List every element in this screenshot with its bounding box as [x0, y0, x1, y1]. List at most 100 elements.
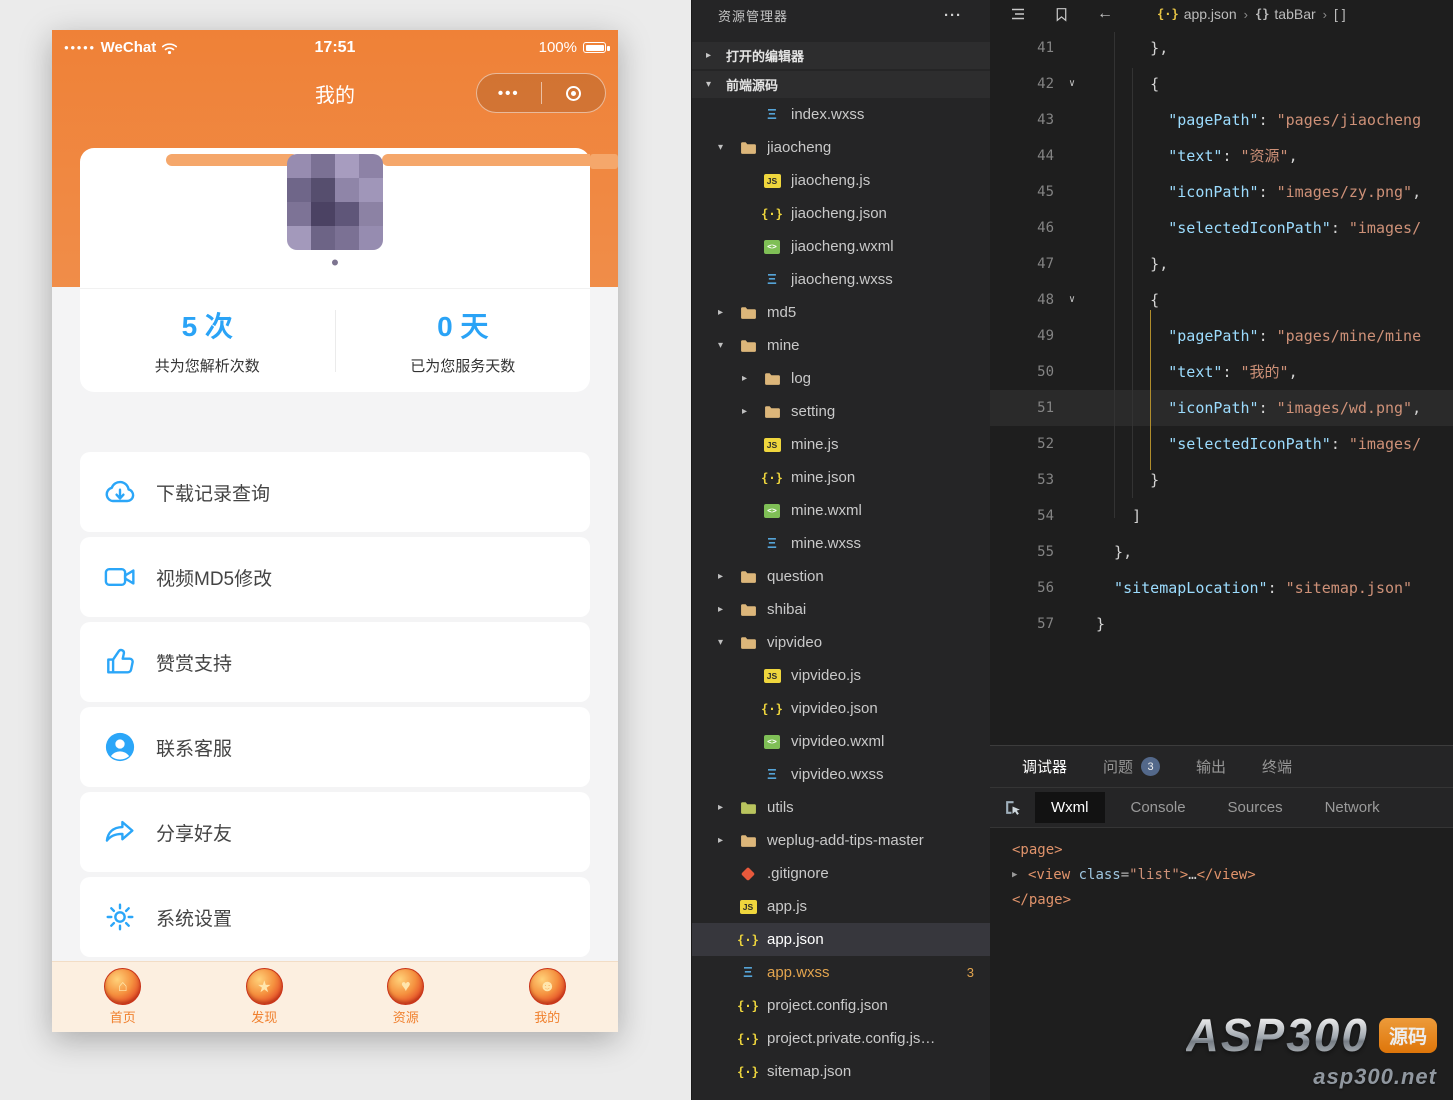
code-text: "iconPath": "images/zy.png",	[1090, 174, 1453, 210]
debugger-tab[interactable]: 问题3	[1103, 756, 1160, 777]
menu-item-reward[interactable]: 赞赏支持	[80, 622, 590, 702]
tabbar-item-home[interactable]: ⌂首页	[52, 962, 194, 1032]
code-line[interactable]: 57}	[990, 606, 1453, 642]
tree-item[interactable]: ▸md5	[692, 296, 990, 329]
more-menu-icon[interactable]: •••	[477, 85, 541, 102]
code-text: "selectedIconPath": "images/	[1090, 210, 1453, 246]
menu-item-download-history[interactable]: 下载记录查询	[80, 452, 590, 532]
chevron-icon: ▸	[718, 571, 736, 582]
debugger-tab[interactable]: 调试器	[1022, 756, 1067, 777]
code-line[interactable]: 41 },	[990, 30, 1453, 66]
profile-highlight-streak	[382, 154, 590, 166]
file-name: jiaocheng.json	[791, 205, 887, 222]
code-line[interactable]: 48∨ {	[990, 282, 1453, 318]
inspector-tabs: Wxml Console Sources Network	[1035, 792, 1396, 823]
tree-item[interactable]: .gitignore	[692, 857, 990, 890]
tree-item[interactable]: Ξvipvideo.wxss	[692, 758, 990, 791]
tree-item[interactable]: ▾mine	[692, 329, 990, 362]
tree-item[interactable]: ▾vipvideo	[692, 626, 990, 659]
outline-icon[interactable]	[1010, 6, 1026, 22]
token: :	[1331, 435, 1349, 453]
expand-arrow-icon[interactable]: ▶	[1012, 863, 1028, 888]
tree-item[interactable]: JSapp.js	[692, 890, 990, 923]
tabbar-item-discover[interactable]: ★发现	[194, 962, 336, 1032]
tree-item[interactable]: JSjiaocheng.js	[692, 164, 990, 197]
tree-item[interactable]: ▸shibai	[692, 593, 990, 626]
element-picker-icon[interactable]	[1004, 799, 1021, 816]
debugger-tab[interactable]: 输出	[1196, 756, 1226, 777]
fold-icon[interactable]: ∨	[1054, 66, 1090, 102]
inspector-tab[interactable]: Wxml	[1035, 792, 1105, 823]
breadcrumb-item[interactable]: {}tabBar	[1255, 6, 1316, 22]
tree-item[interactable]: Ξapp.wxss3	[692, 956, 990, 989]
code-line[interactable]: 51 "iconPath": "images/wd.png",	[990, 390, 1453, 426]
tree-item[interactable]: {·}project.private.config.js…	[692, 1022, 990, 1055]
tree-item[interactable]: JSvipvideo.js	[692, 659, 990, 692]
code-line[interactable]: 56 "sitemapLocation": "sitemap.json"	[990, 570, 1453, 606]
tree-item[interactable]: <>jiaocheng.wxml	[692, 230, 990, 263]
debugger-tab[interactable]: 终端	[1262, 756, 1292, 777]
code-line[interactable]: 54 ]	[990, 498, 1453, 534]
tree-item[interactable]: ▸setting	[692, 395, 990, 428]
code-line[interactable]: 44 "text": "资源",	[990, 138, 1453, 174]
tree-item[interactable]: ▸log	[692, 362, 990, 395]
code-text: "iconPath": "images/wd.png",	[1090, 390, 1453, 426]
tree-item[interactable]: Ξindex.wxss	[692, 98, 990, 131]
minimize-icon[interactable]	[542, 86, 606, 101]
code-line[interactable]: 49 "pagePath": "pages/mine/mine	[990, 318, 1453, 354]
code-line[interactable]: 53 }	[990, 462, 1453, 498]
code-line[interactable]: 55 },	[990, 534, 1453, 570]
inspector-tab[interactable]: Network	[1309, 792, 1396, 823]
inspector-tab[interactable]: Console	[1115, 792, 1202, 823]
code-line[interactable]: 46 "selectedIconPath": "images/	[990, 210, 1453, 246]
tree-item[interactable]: {·}vipvideo.json	[692, 692, 990, 725]
menu-item-system-settings[interactable]: 系统设置	[80, 877, 590, 957]
tree-item[interactable]: Ξmine.wxss	[692, 527, 990, 560]
code-editor[interactable]: 41 },42∨ {43 "pagePath": "pages/jiaochen…	[990, 28, 1453, 745]
tabbar-item-resources[interactable]: ♥资源	[335, 962, 477, 1032]
capsule-menu[interactable]: •••	[476, 73, 606, 113]
js-file-icon: JS	[760, 174, 784, 188]
stats-row: 5 次共为您解析次数0 天已为您服务天数	[80, 289, 590, 392]
dom-node[interactable]: </page>	[1012, 888, 1453, 913]
tree-item[interactable]: ▸weplug-add-tips-master	[692, 824, 990, 857]
code-line[interactable]: 52 "selectedIconPath": "images/	[990, 426, 1453, 462]
fold-icon[interactable]: ∨	[1054, 282, 1090, 318]
code-line[interactable]: 45 "iconPath": "images/zy.png",	[990, 174, 1453, 210]
fold-icon	[1054, 570, 1090, 606]
explorer-section-header[interactable]: ▸打开的编辑器	[692, 42, 990, 69]
explorer-section-header[interactable]: ▾前端源码	[692, 71, 990, 98]
menu-item-share-friends[interactable]: 分享好友	[80, 792, 590, 872]
breadcrumb-item[interactable]: [ ]	[1334, 6, 1346, 22]
tree-item[interactable]: ▾jiaocheng	[692, 131, 990, 164]
more-actions-icon[interactable]: ···	[944, 7, 962, 24]
tree-item[interactable]: {·}app.json	[692, 923, 990, 956]
dom-node[interactable]: <page>	[1012, 838, 1453, 863]
tree-item[interactable]: Ξjiaocheng.wxss	[692, 263, 990, 296]
tree-item[interactable]: {·}sitemap.json	[692, 1055, 990, 1088]
tree-item[interactable]: ▸question	[692, 560, 990, 593]
token: "images/zy.png"	[1277, 183, 1412, 201]
menu-item-video-md5[interactable]: 视频MD5修改	[80, 537, 590, 617]
inspector-tab[interactable]: Sources	[1212, 792, 1299, 823]
tree-item[interactable]: JSmine.js	[692, 428, 990, 461]
token: </view>	[1197, 867, 1256, 883]
menu-item-contact-support[interactable]: 联系客服	[80, 707, 590, 787]
back-arrow-icon[interactable]: ←	[1097, 6, 1113, 22]
code-line[interactable]: 42∨ {	[990, 66, 1453, 102]
tree-item[interactable]: ▸utils	[692, 791, 990, 824]
tabbar-item-mine[interactable]: ☻我的	[477, 962, 619, 1032]
breadcrumb-item[interactable]: {·}app.json	[1157, 6, 1237, 22]
tree-item[interactable]: {·}jiaocheng.json	[692, 197, 990, 230]
avatar[interactable]	[287, 154, 383, 250]
tree-item[interactable]: {·}project.config.json	[692, 989, 990, 1022]
tree-item[interactable]: <>mine.wxml	[692, 494, 990, 527]
tree-item[interactable]: {·}mine.json	[692, 461, 990, 494]
code-line[interactable]: 50 "text": "我的",	[990, 354, 1453, 390]
code-line[interactable]: 43 "pagePath": "pages/jiaocheng	[990, 102, 1453, 138]
tree-item[interactable]: <>vipvideo.wxml	[692, 725, 990, 758]
dom-node[interactable]: ▶<view class="list">…</view>	[1012, 863, 1453, 888]
explorer-panel: 资源管理器 ··· ▸打开的编辑器▾前端源码 Ξindex.wxss▾jiaoc…	[691, 0, 990, 1100]
bookmark-icon[interactable]	[1054, 7, 1069, 22]
code-line[interactable]: 47 },	[990, 246, 1453, 282]
